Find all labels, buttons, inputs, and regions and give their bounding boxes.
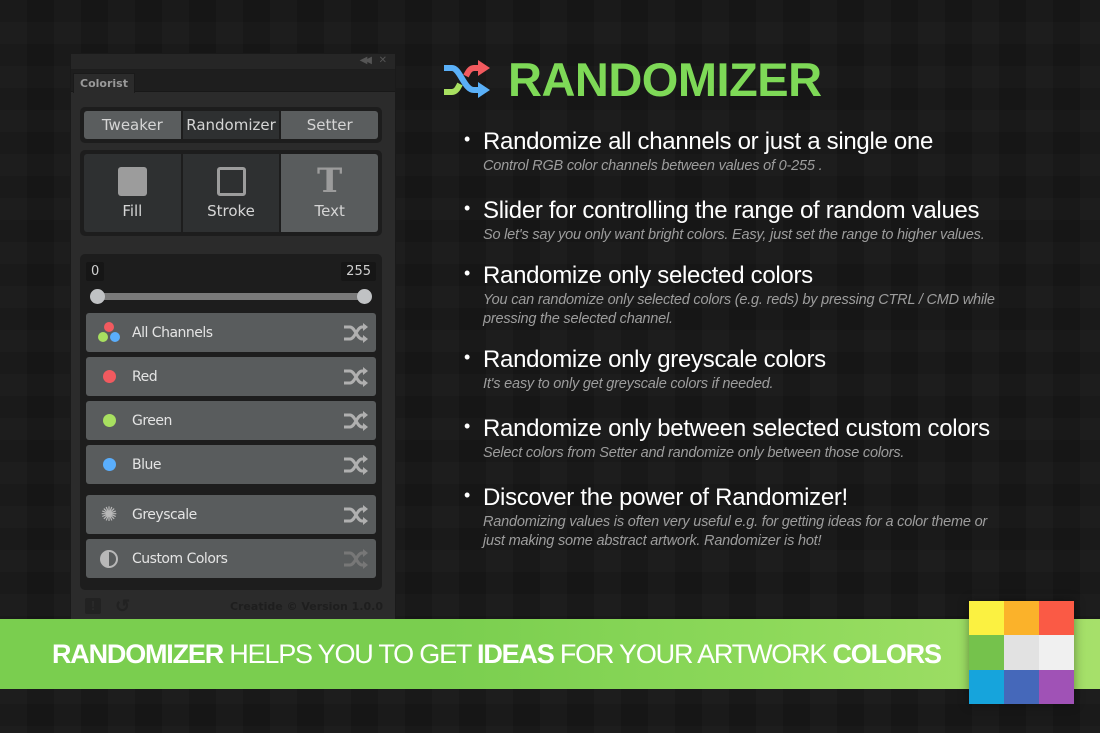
sun-icon: ✺ xyxy=(100,504,118,526)
feature-description: Control RGB color channels between value… xyxy=(483,158,823,174)
feature-item: Slider for controlling the range of rand… xyxy=(462,196,1062,245)
reset-icon[interactable]: ↺ xyxy=(115,596,130,617)
alert-icon[interactable]: ! xyxy=(85,598,101,614)
channel-label: Greyscale xyxy=(132,506,197,523)
slider-track xyxy=(96,293,366,300)
tagline-emphasis: IDEAS xyxy=(477,639,555,669)
green-dot-icon xyxy=(102,414,116,427)
color-swatch[interactable] xyxy=(969,635,1004,670)
range-min-value: 0 xyxy=(86,262,105,281)
feature-description: Randomizing values is often very useful … xyxy=(483,514,988,549)
shuffle-logo-icon xyxy=(444,59,490,98)
target-label: Text xyxy=(314,202,345,220)
shuffle-icon[interactable] xyxy=(336,504,376,526)
target-text-button[interactable]: T Text xyxy=(279,154,379,232)
text-icon: T xyxy=(317,161,343,201)
feature-description: You can randomize only selected colors (… xyxy=(483,292,995,327)
channel-group: 0 255 All Channels Red Green Blue ✺ Grey… xyxy=(80,254,382,590)
channel-blue-button[interactable]: Blue xyxy=(86,445,376,484)
color-swatch[interactable] xyxy=(1004,669,1039,704)
shuffle-icon[interactable] xyxy=(336,322,376,344)
channel-label: Red xyxy=(132,368,158,385)
blue-dot-icon xyxy=(102,458,116,471)
channel-label: Custom Colors xyxy=(132,550,228,567)
shuffle-icon[interactable] xyxy=(336,454,376,476)
feature-title: Randomize only between selected custom c… xyxy=(483,415,990,442)
color-swatch[interactable] xyxy=(1004,635,1039,670)
tagline-emphasis: RANDOMIZER xyxy=(52,639,224,669)
panel-tabbar: Colorist xyxy=(71,70,395,93)
feature-title: Slider for controlling the range of rand… xyxy=(483,197,980,224)
shuffle-icon[interactable] xyxy=(336,410,376,432)
feature-description: It's easy to only get greyscale colors i… xyxy=(483,376,774,392)
stroke-icon xyxy=(216,166,246,196)
panel-footer: ! ↺ Creatide © Version 1.0.0 xyxy=(85,596,383,616)
mode-randomizer-button[interactable]: Randomizer xyxy=(180,111,280,139)
mode-switcher: Tweaker Randomizer Setter xyxy=(80,107,382,143)
tagline-banner: RANDOMIZER HELPS YOU TO GET IDEAS FOR YO… xyxy=(0,619,1100,689)
target-fill-button[interactable]: Fill xyxy=(84,154,181,232)
panel-titlebar: ◀◀ ✕ xyxy=(71,54,395,70)
contrast-icon xyxy=(100,549,118,568)
version-credit: Creatide © Version 1.0.0 xyxy=(229,599,383,613)
page-title: RANDOMIZER xyxy=(508,53,822,106)
tagline-segment: FOR YOUR ARTWORK xyxy=(553,639,833,669)
feature-item: Randomize all channels or just a single … xyxy=(462,127,1062,176)
shuffle-icon[interactable] xyxy=(336,366,376,388)
feature-item: Discover the power of Randomizer! Randomi… xyxy=(462,483,1062,551)
channel-red-button[interactable]: Red xyxy=(86,357,376,396)
color-swatch-grid xyxy=(969,601,1074,704)
slider-thumb-low[interactable] xyxy=(90,289,105,304)
color-swatch[interactable] xyxy=(969,669,1004,704)
target-stroke-button[interactable]: Stroke xyxy=(180,154,280,232)
shuffle-icon[interactable] xyxy=(336,548,376,570)
close-panel-button[interactable]: ✕ xyxy=(379,55,387,66)
channel-label: All Channels xyxy=(132,324,213,341)
channel-label: Green xyxy=(132,412,172,429)
channel-greyscale-button[interactable]: ✺ Greyscale xyxy=(86,495,376,534)
feature-list: Randomize all channels or just a single … xyxy=(462,127,1062,551)
feature-item: Randomize only selected colors You can ra… xyxy=(462,261,1062,329)
target-label: Fill xyxy=(122,202,143,220)
channel-green-button[interactable]: Green xyxy=(86,401,376,440)
tagline-emphasis: COLORS xyxy=(832,639,942,669)
feature-title: Discover the power of Randomizer! xyxy=(483,484,848,511)
channel-custom-colors-button[interactable]: Custom Colors xyxy=(86,539,376,578)
channel-all-button[interactable]: All Channels xyxy=(86,313,376,352)
feature-title: Randomize all channels or just a single … xyxy=(483,128,934,155)
channel-label: Blue xyxy=(132,456,161,473)
target-label: Stroke xyxy=(207,202,255,220)
slider-thumb-high[interactable] xyxy=(357,289,372,304)
feature-item: Randomize only between selected custom c… xyxy=(462,414,1062,463)
range-slider[interactable] xyxy=(90,284,372,308)
tab-colorist[interactable]: Colorist xyxy=(73,73,135,93)
target-switcher: Fill Stroke T Text xyxy=(80,150,382,236)
tagline-text: RANDOMIZER HELPS YOU TO GET IDEAS FOR YO… xyxy=(52,639,942,670)
red-dot-icon xyxy=(102,370,116,383)
feature-description: So let's say you only want bright colors… xyxy=(483,227,985,243)
fill-icon xyxy=(117,166,147,196)
mode-tweaker-button[interactable]: Tweaker xyxy=(84,111,181,139)
mode-setter-button[interactable]: Setter xyxy=(279,111,379,139)
feature-title: Randomize only selected colors xyxy=(483,262,813,289)
feature-description: Select colors from Setter and randomize … xyxy=(483,445,905,461)
colorist-panel: ◀◀ ✕ Colorist Tweaker Randomizer Setter … xyxy=(70,53,396,623)
color-swatch[interactable] xyxy=(1004,601,1039,636)
feature-item: Randomize only greyscale colors It's easy… xyxy=(462,345,1062,394)
tagline-segment: HELPS YOU TO GET xyxy=(223,639,478,669)
range-max-value: 255 xyxy=(341,262,376,281)
color-swatch[interactable] xyxy=(1039,601,1074,636)
color-swatch[interactable] xyxy=(1039,635,1074,670)
range-labels: 0 255 xyxy=(86,260,376,282)
feature-title: Randomize only greyscale colors xyxy=(483,346,826,373)
color-swatch[interactable] xyxy=(1039,669,1074,704)
collapse-panel-button[interactable]: ◀◀ xyxy=(360,55,373,66)
rgb-dots-icon xyxy=(97,321,121,344)
color-swatch[interactable] xyxy=(969,601,1004,636)
page-heading: RANDOMIZER xyxy=(442,52,822,107)
